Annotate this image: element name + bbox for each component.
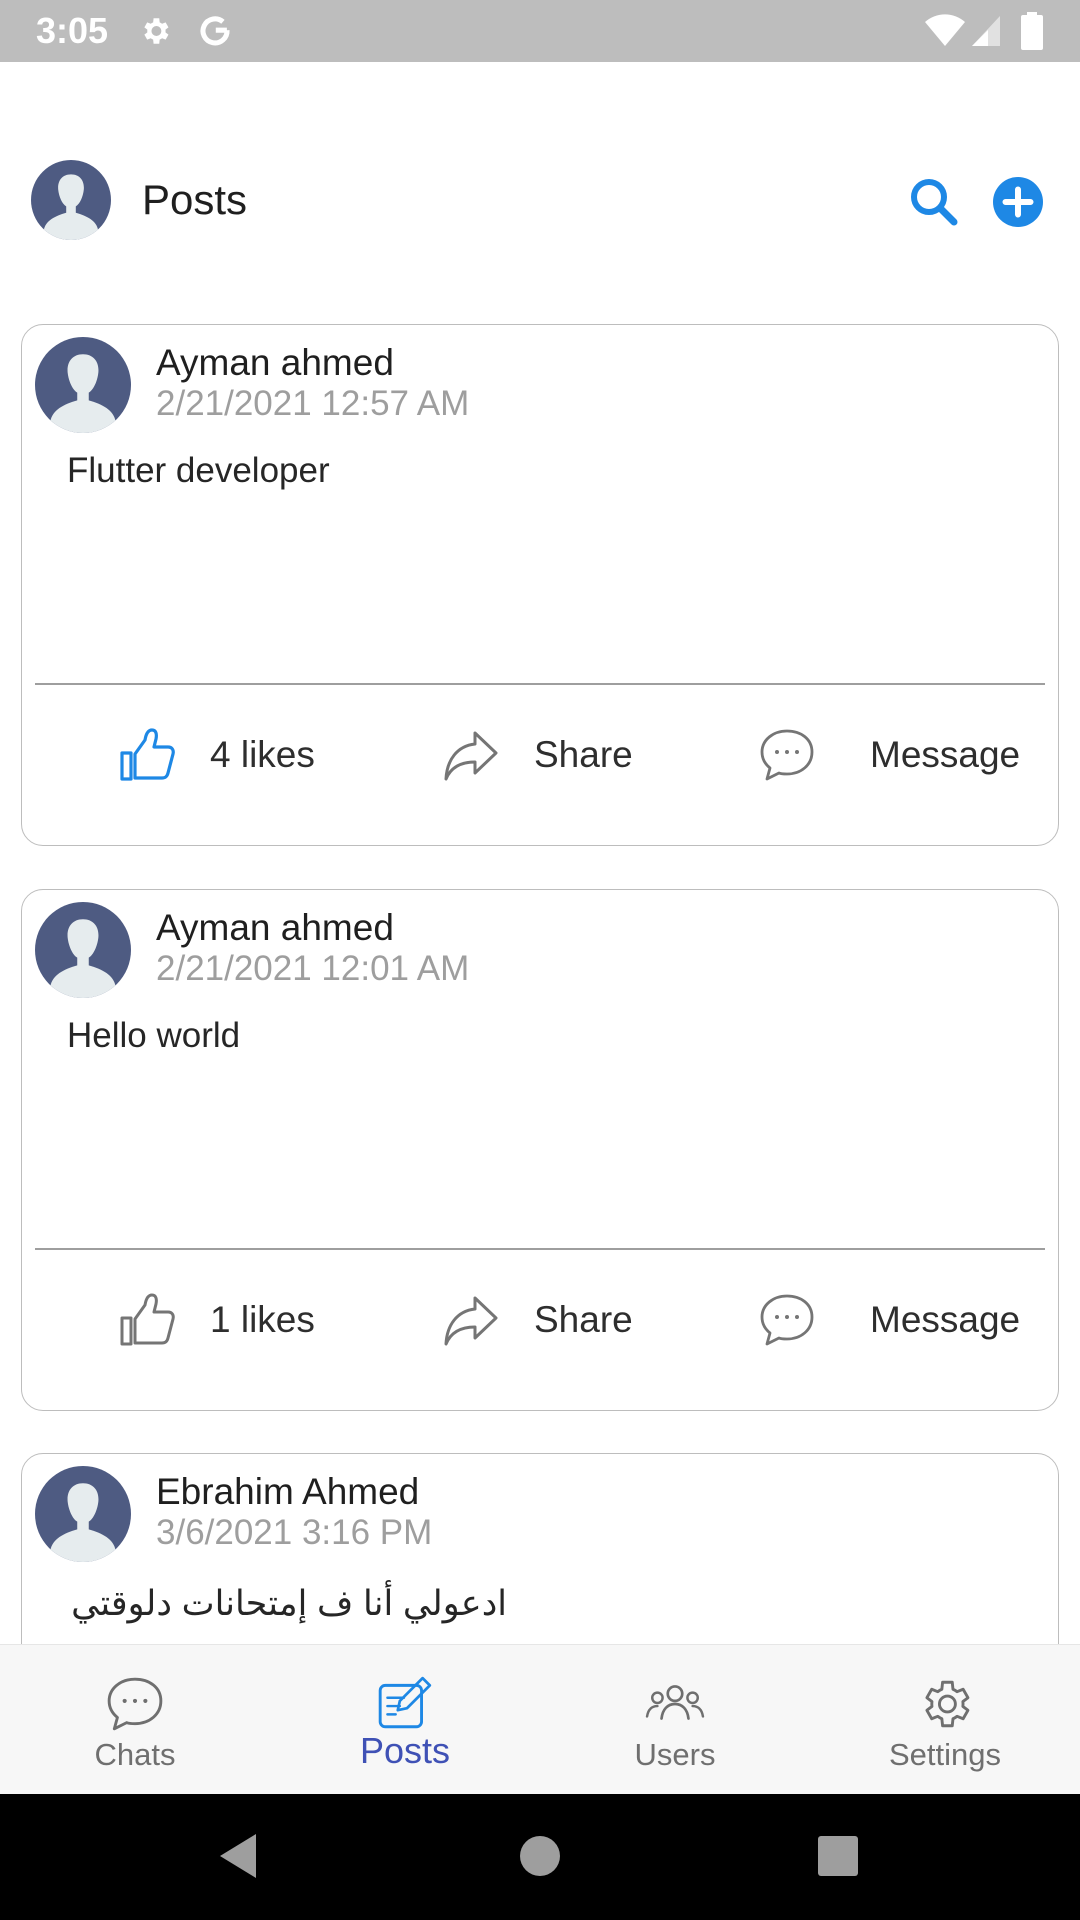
chat-bubble-icon <box>107 1677 163 1731</box>
post-timestamp: 3/6/2021 3:16 PM <box>156 1513 433 1552</box>
search-icon[interactable] <box>904 172 964 232</box>
edit-note-icon <box>378 1676 432 1729</box>
battery-icon <box>1021 12 1043 50</box>
share-button[interactable]: Share <box>442 1288 652 1352</box>
post-text: Hello world <box>67 1016 241 1055</box>
system-navigation-bar <box>0 1794 1080 1920</box>
chat-bubble-icon <box>760 729 814 781</box>
divider <box>35 1248 1045 1250</box>
post-author[interactable]: Ebrahim Ahmed <box>156 1470 419 1514</box>
app-bar: Posts <box>0 62 1080 240</box>
post-card: Ayman ahmed 2/21/2021 12:57 AM Flutter d… <box>21 324 1059 846</box>
signal-icon <box>972 16 1000 46</box>
thumbs-up-icon <box>120 728 175 781</box>
post-timestamp: 2/21/2021 12:57 AM <box>156 384 470 423</box>
group-icon <box>645 1685 705 1720</box>
page-title: Posts <box>142 176 248 223</box>
post-author[interactable]: Ayman ahmed <box>156 906 394 950</box>
share-button[interactable]: Share <box>442 723 652 787</box>
google-icon <box>200 16 230 46</box>
posts-feed[interactable]: Ayman ahmed 2/21/2021 12:57 AM Flutter d… <box>0 238 1080 1644</box>
post-card: Ayman ahmed 2/21/2021 12:01 AM Hello wor… <box>21 889 1059 1411</box>
message-label: Message <box>870 1299 1021 1340</box>
chat-bubble-icon <box>760 1294 814 1346</box>
wifi-icon <box>925 14 965 46</box>
profile-avatar[interactable] <box>31 160 111 240</box>
gear-icon <box>925 1680 970 1728</box>
message-label: Message <box>870 734 1021 775</box>
post-author[interactable]: Ayman ahmed <box>156 341 394 385</box>
back-icon[interactable] <box>214 1830 262 1882</box>
likes-count: 4 likes <box>210 734 315 775</box>
nav-tab-posts[interactable]: Posts <box>270 1645 540 1795</box>
recents-icon[interactable] <box>816 1834 860 1878</box>
add-post-button[interactable] <box>988 172 1048 232</box>
nav-label: Posts <box>359 1730 451 1771</box>
post-timestamp: 2/21/2021 12:01 AM <box>156 949 470 988</box>
share-label: Share <box>534 734 633 775</box>
nav-label: Chats <box>94 1737 176 1772</box>
share-icon <box>444 1296 498 1346</box>
post-text: Flutter developer <box>67 451 330 490</box>
nav-tab-chats[interactable]: Chats <box>0 1645 270 1795</box>
post-card: Ebrahim Ahmed 3/6/2021 3:16 PM ادعولي أن… <box>21 1453 1059 1644</box>
like-button[interactable]: 1 likes <box>118 1288 348 1352</box>
message-button[interactable]: Message <box>758 723 1028 787</box>
author-avatar[interactable] <box>35 1466 131 1562</box>
settings-icon <box>144 18 169 44</box>
home-icon[interactable] <box>518 1834 562 1878</box>
author-avatar[interactable] <box>35 902 131 998</box>
author-avatar[interactable] <box>35 337 131 433</box>
bottom-navigation: Chats Posts Users Settings <box>0 1644 1080 1794</box>
nav-label: Users <box>634 1737 716 1772</box>
nav-tab-settings[interactable]: Settings <box>810 1645 1080 1795</box>
divider <box>35 683 1045 685</box>
share-label: Share <box>534 1299 633 1340</box>
message-button[interactable]: Message <box>758 1288 1028 1352</box>
nav-tab-users[interactable]: Users <box>540 1645 810 1795</box>
thumbs-up-icon <box>120 1293 175 1346</box>
likes-count: 1 likes <box>210 1299 315 1340</box>
status-bar: 3:05 <box>0 0 1080 62</box>
nav-label: Settings <box>888 1737 1001 1772</box>
like-button[interactable]: 4 likes <box>118 723 348 787</box>
status-time: 3:05 <box>36 10 109 51</box>
post-text: ادعولي أنا ف إمتحانات دلوقتي <box>71 1584 507 1623</box>
share-icon <box>444 731 498 781</box>
